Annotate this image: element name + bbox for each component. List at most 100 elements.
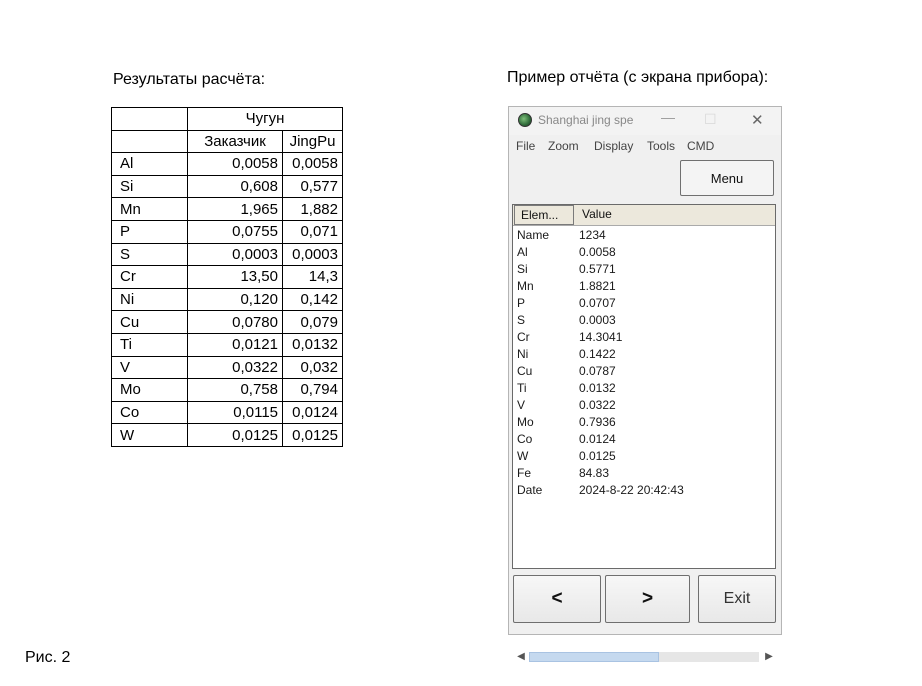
report-value: 0.0003 xyxy=(579,313,616,327)
table-row: Cu 0,0780 0,079 xyxy=(111,310,343,334)
report-key: Mo xyxy=(517,415,534,429)
list-item[interactable]: V 0.0322 xyxy=(513,398,775,415)
list-item[interactable]: Co 0.0124 xyxy=(513,432,775,449)
menu-tools[interactable]: Tools xyxy=(647,139,675,153)
customer-value-cell: 0,0115 xyxy=(187,400,283,425)
report-value: 0.0787 xyxy=(579,364,616,378)
report-key: Ni xyxy=(517,347,529,361)
element-cell: V xyxy=(111,355,188,380)
table-row: Al 0,0058 0,0058 xyxy=(111,152,343,176)
list-item[interactable]: Mn 1.8821 xyxy=(513,279,775,296)
table-subheader-row: Заказчик JingPu xyxy=(111,129,343,154)
list-item[interactable]: Fe 84.83 xyxy=(513,466,775,483)
column-header-element[interactable]: Elem... xyxy=(514,205,574,225)
group-header-cell: Чугун xyxy=(187,107,343,131)
report-value: 14.3041 xyxy=(579,330,623,344)
customer-value-cell: 0,0058 xyxy=(187,152,283,176)
scroll-right-icon[interactable]: ▶ xyxy=(763,650,775,664)
customer-value-cell: 0,120 xyxy=(187,287,283,312)
report-value: 0.0322 xyxy=(579,398,616,412)
table-row: W 0,0125 0,0125 xyxy=(111,423,343,447)
menu-bar: File Zoom Display Tools CMD xyxy=(509,137,781,155)
list-item[interactable]: Mo 0.7936 xyxy=(513,415,775,432)
menu-cmd[interactable]: CMD xyxy=(687,139,714,153)
window-title: Shanghai jing spe xyxy=(538,113,634,127)
menu-zoom[interactable]: Zoom xyxy=(548,139,579,153)
element-cell: Si xyxy=(111,174,188,199)
app-globe-icon xyxy=(518,113,532,127)
scroll-left-icon[interactable]: ◀ xyxy=(515,650,527,664)
list-item[interactable]: Cr 14.3041 xyxy=(513,330,775,347)
next-button[interactable]: > xyxy=(605,575,690,623)
jingpu-value-cell: 0,032 xyxy=(282,355,343,380)
report-key: Al xyxy=(517,245,528,259)
customer-value-cell: 0,0121 xyxy=(187,332,283,357)
list-item[interactable]: Ti 0.0132 xyxy=(513,381,775,398)
report-list[interactable]: Elem... Value Name 1234 Al 0.0058 Si 0.5771 Mn… xyxy=(512,204,776,662)
exit-button[interactable]: Exit xyxy=(698,575,776,623)
list-item[interactable]: Cu 0.0787 xyxy=(513,364,775,381)
previous-button[interactable]: < xyxy=(513,575,601,623)
table-corner-cell xyxy=(111,107,188,131)
customer-value-cell: 13,50 xyxy=(187,265,283,289)
scroll-thumb[interactable] xyxy=(529,652,659,662)
jingpu-value-cell: 0,794 xyxy=(282,378,343,402)
report-value: 1234 xyxy=(579,228,606,242)
report-value: 0.5771 xyxy=(579,262,616,276)
customer-value-cell: 0,0003 xyxy=(187,242,283,267)
table-row: S 0,0003 0,0003 xyxy=(111,242,343,267)
jingpu-value-cell: 1,882 xyxy=(282,197,343,221)
results-table: Чугун Заказчик JingPu Al 0,0058 0,0058 Si 0,… xyxy=(111,107,343,447)
list-item[interactable]: Date 2024-8-22 20:42:43 xyxy=(513,483,775,500)
list-item[interactable]: P 0.0707 xyxy=(513,296,775,313)
table-row: Mn 1,965 1,882 xyxy=(111,197,343,221)
element-cell: S xyxy=(111,242,188,267)
column-header-customer: Заказчик xyxy=(187,129,283,154)
maximize-button[interactable]: ☐ xyxy=(704,111,717,128)
column-header-value[interactable]: Value xyxy=(576,205,775,224)
list-item[interactable]: W 0.0125 xyxy=(513,449,775,466)
report-key: Name xyxy=(517,228,550,242)
customer-value-cell: 0,0755 xyxy=(187,219,283,244)
jingpu-value-cell: 0,0132 xyxy=(282,332,343,357)
menu-display[interactable]: Display xyxy=(594,139,633,153)
menu-button[interactable]: Menu xyxy=(680,160,774,196)
element-cell: Mn xyxy=(111,197,188,221)
customer-value-cell: 0,608 xyxy=(187,174,283,199)
element-cell: Ti xyxy=(111,332,188,357)
customer-value-cell: 1,965 xyxy=(187,197,283,221)
jingpu-value-cell: 0,0125 xyxy=(282,423,343,447)
element-cell: Ni xyxy=(111,287,188,312)
report-key: Fe xyxy=(517,466,532,480)
report-key: Ti xyxy=(517,381,527,395)
table-row: Co 0,0115 0,0124 xyxy=(111,400,343,425)
jingpu-value-cell: 0,071 xyxy=(282,219,343,244)
scroll-track[interactable] xyxy=(529,652,759,662)
figure-caption: Рис. 2 xyxy=(25,649,71,666)
customer-value-cell: 0,0322 xyxy=(187,355,283,380)
report-key: Cr xyxy=(517,330,530,344)
report-value: 84.83 xyxy=(579,466,610,480)
horizontal-scrollbar[interactable]: ◀ ▶ xyxy=(515,648,775,664)
element-cell: Cr xyxy=(111,265,188,289)
report-key: V xyxy=(517,398,526,412)
menu-file[interactable]: File xyxy=(516,139,535,153)
list-item[interactable]: S 0.0003 xyxy=(513,313,775,330)
list-item[interactable]: Al 0.0058 xyxy=(513,245,775,262)
close-button[interactable]: ✕ xyxy=(751,111,764,129)
jingpu-value-cell: 0,142 xyxy=(282,287,343,312)
report-value: 0.1422 xyxy=(579,347,616,361)
app-window: Shanghai jing spe — ☐ ✕ File Zoom Displa… xyxy=(508,106,782,662)
list-item[interactable]: Name 1234 xyxy=(513,228,775,245)
report-value: 0.0058 xyxy=(579,245,616,259)
element-cell: Co xyxy=(111,400,188,425)
report-key: Co xyxy=(517,432,533,446)
report-key: W xyxy=(517,449,529,463)
jingpu-value-cell: 0,577 xyxy=(282,174,343,199)
minimize-button[interactable]: — xyxy=(661,109,675,125)
list-item[interactable]: Si 0.5771 xyxy=(513,262,775,279)
report-value: 0.0707 xyxy=(579,296,616,310)
list-item[interactable]: Ni 0.1422 xyxy=(513,347,775,364)
report-example-heading: Пример отчёта (с экрана прибора): xyxy=(507,69,769,86)
element-cell: Cu xyxy=(111,310,188,334)
